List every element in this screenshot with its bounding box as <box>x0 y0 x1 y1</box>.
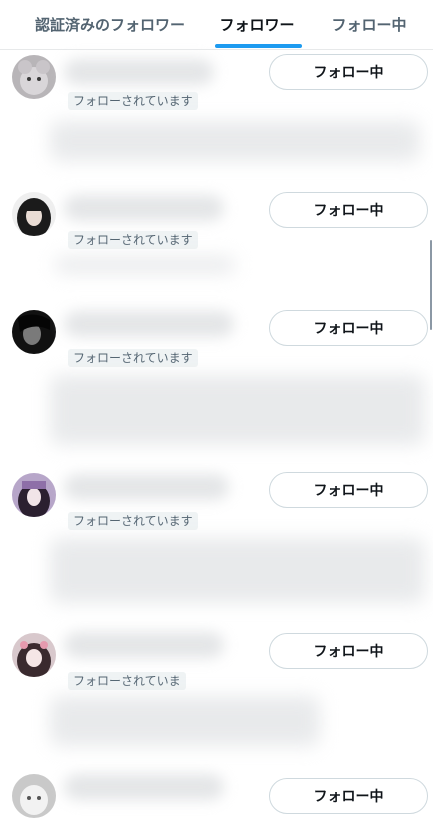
list-item[interactable]: フォローされていま フォロー中 <box>0 628 433 768</box>
following-button[interactable]: フォロー中 <box>269 54 428 90</box>
display-name[interactable] <box>64 474 229 500</box>
avatar-white-icon[interactable] <box>12 774 56 818</box>
follows-you-badge: フォローされています <box>68 349 198 367</box>
list-item[interactable]: フォローされています フォロー中 <box>0 187 433 287</box>
follows-you-badge: フォローされていま <box>68 672 186 690</box>
list-item[interactable]: フォローされています フォロー中 <box>0 305 433 455</box>
bio-text <box>50 121 420 161</box>
tab-followers[interactable]: フォロワー <box>204 0 310 48</box>
display-name[interactable] <box>64 632 224 658</box>
avatar-purple-icon[interactable] <box>12 473 56 517</box>
bio-text <box>50 696 320 746</box>
display-name[interactable] <box>64 195 224 221</box>
avatar-anime-icon[interactable] <box>12 633 56 677</box>
following-button[interactable]: フォロー中 <box>269 778 428 814</box>
tab-bar: 認証済みのフォロワー フォロワー フォロー中 <box>0 0 433 50</box>
follows-you-badge: フォローされています <box>68 92 198 110</box>
follows-you-badge: フォローされています <box>68 512 198 530</box>
following-button[interactable]: フォロー中 <box>269 310 428 346</box>
tab-following[interactable]: フォロー中 <box>318 0 420 48</box>
bio-text <box>55 257 235 273</box>
active-tab-indicator <box>215 44 302 48</box>
avatar-dark-icon[interactable] <box>12 310 56 354</box>
following-button[interactable]: フォロー中 <box>269 192 428 228</box>
avatar-plush-icon[interactable] <box>12 55 56 99</box>
avatar-dark-hair-icon[interactable] <box>12 192 56 236</box>
display-name[interactable] <box>64 774 224 800</box>
follows-you-badge: フォローされています <box>68 231 198 249</box>
list-item[interactable]: フォロー中 <box>0 770 433 818</box>
tab-verified-followers[interactable]: 認証済みのフォロワー <box>20 0 200 48</box>
bio-text <box>50 375 425 445</box>
display-name[interactable] <box>64 311 234 337</box>
display-name[interactable] <box>64 59 214 85</box>
scrollbar[interactable] <box>430 240 432 330</box>
following-button[interactable]: フォロー中 <box>269 472 428 508</box>
following-button[interactable]: フォロー中 <box>269 633 428 669</box>
list-item[interactable]: フォローされています フォロー中 <box>0 468 433 613</box>
bio-text <box>50 538 425 603</box>
list-item[interactable]: フォローされています フォロー中 <box>0 49 433 179</box>
